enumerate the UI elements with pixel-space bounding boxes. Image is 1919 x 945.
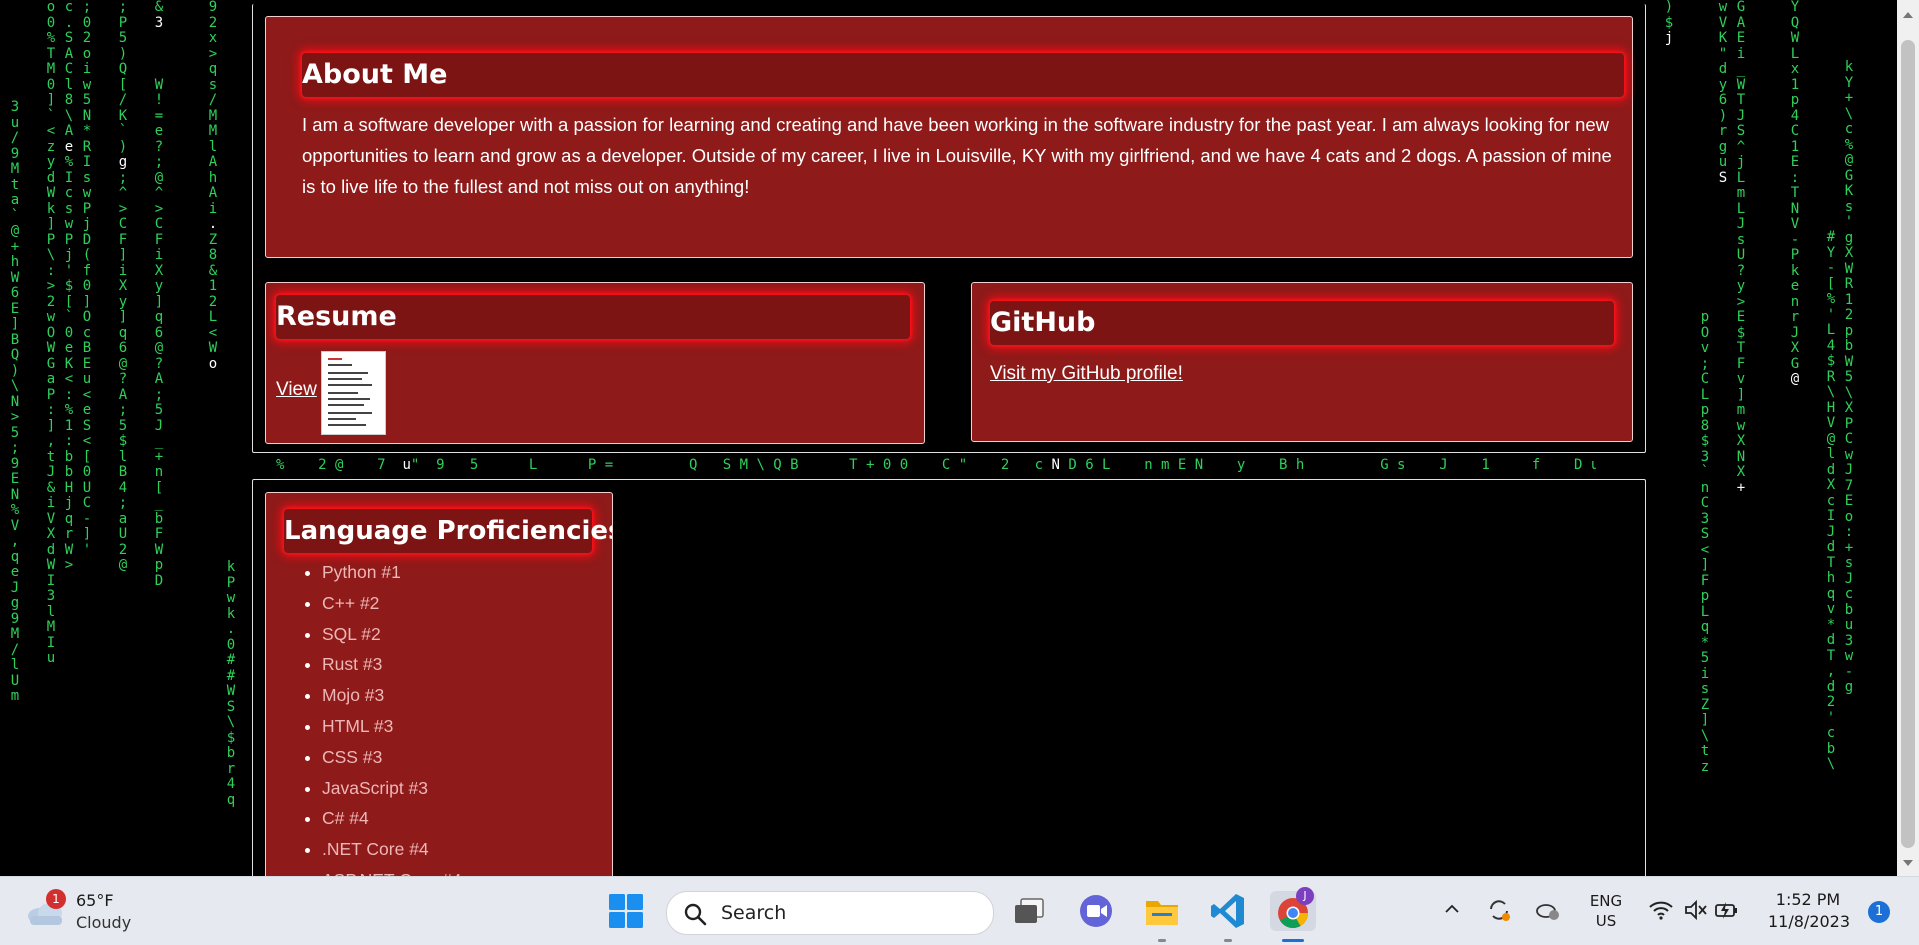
rain-column: Y Q W L x 1 p 4 C 1 E : T N V - P k e n …: [1790, 0, 1800, 387]
rain-column: ; 0 2 o i w 5 N * R I s w P j D ( f 0 ] …: [82, 0, 92, 558]
resume-view-link[interactable]: View: [276, 379, 317, 401]
vscode-icon: [1211, 894, 1244, 928]
bottom-section-frame: Language Proficiencies Python #1 C++ #2 …: [252, 479, 1646, 914]
file-explorer-button[interactable]: [1142, 891, 1182, 931]
rain-column: G A E i _ W T J S ^ j L m L J s U ? y > …: [1736, 0, 1746, 496]
page-scrollbar[interactable]: [1897, 0, 1919, 876]
github-title: GitHub: [990, 301, 1614, 345]
rain-column: p O v ; C L p 8 $ 3 ` n C 3 S < ] F p L …: [1700, 309, 1710, 775]
language-item: Python #1: [322, 557, 461, 588]
weather-temperature: 65°F: [76, 891, 114, 910]
folder-icon: [1146, 901, 1178, 925]
chrome-profile-avatar: J: [1296, 887, 1314, 905]
volume-muted-icon: [1685, 899, 1707, 921]
about-me-text: I am a software developer with a passion…: [302, 114, 1612, 197]
start-button[interactable]: [606, 891, 646, 931]
video-chat-icon: [1080, 895, 1112, 927]
language-list-container: Python #1 C++ #2 SQL #2 Rust #3 Mojo #3 …: [266, 557, 612, 913]
scroll-up-arrow-icon[interactable]: [1903, 12, 1913, 18]
show-hidden-icons-button[interactable]: [1444, 901, 1460, 917]
clock-date: 11/8/2023: [1768, 912, 1851, 931]
chat-app-button[interactable]: [1076, 891, 1116, 931]
github-panel: GitHub Visit my GitHub profile!: [971, 282, 1633, 442]
sync-icon: [1490, 900, 1510, 921]
search-icon: [684, 903, 707, 926]
resume-panel: Resume View: [265, 282, 925, 444]
resume-title-text: Resume: [276, 301, 397, 332]
scrollbar-thumb[interactable]: [1901, 40, 1915, 848]
language-item: CSS #3: [322, 742, 461, 773]
task-view-button[interactable]: [1010, 891, 1050, 931]
onedrive-tray-button[interactable]: [1534, 897, 1562, 923]
wifi-icon: [1649, 901, 1673, 920]
taskbar-search-box[interactable]: Search: [666, 891, 994, 935]
language-code: ENG: [1589, 892, 1623, 910]
vscode-button[interactable]: [1208, 891, 1248, 931]
task-view-icon: [1015, 898, 1044, 923]
windows-logo-icon: [609, 894, 643, 928]
rain-strip: % 2 @ 7 u" 9 5 L P = Q S M \ Q B T + 0 0…: [276, 457, 1596, 473]
github-title-text: GitHub: [990, 307, 1096, 338]
rain-column: ) $ j: [1664, 0, 1674, 46]
language-item: JavaScript #3: [322, 773, 461, 804]
language-proficiencies-title-text: Language Proficiencies: [284, 516, 613, 546]
rain-column: 3 u / 9 M t a ` @ + h W 6 E ] B Q ) \ N …: [10, 99, 20, 704]
language-item: C++ #2: [322, 588, 461, 619]
language-item: C# #4: [322, 803, 461, 834]
language-item: Rust #3: [322, 649, 461, 680]
rain-column: ; P 5 ) Q [ / K ` ) g ; ^ > C F ] i X y …: [118, 0, 128, 573]
top-section-frame: About Me I am a software developer with …: [252, 4, 1646, 453]
weather-condition: Cloudy: [76, 913, 132, 932]
region-code: US: [1595, 912, 1617, 930]
about-me-title-text: About Me: [302, 59, 448, 90]
sync-tray-button[interactable]: [1486, 897, 1512, 923]
rain-column: 9 2 x > q s / M M l A h A i . Z 8 & 1 2 …: [208, 0, 218, 372]
rain-column: o 0 % T M 0 ] ` < z y d W k ] P \ : > 2 …: [46, 0, 56, 666]
weather-alert-badge: 1: [46, 889, 66, 909]
about-me-title: About Me: [302, 53, 1624, 97]
chrome-button[interactable]: J: [1270, 887, 1316, 931]
weather-widget[interactable]: 1 65°F Cloudy: [0, 877, 170, 945]
running-indicator: [1158, 939, 1166, 942]
battery-charging-icon: [1715, 902, 1737, 919]
notification-badge[interactable]: 1: [1868, 901, 1890, 923]
rain-column: k P w k . 0 # # W S \ $ b r 4 q: [226, 559, 236, 808]
rain-column: w V K " d y 6 ) r g u S: [1718, 0, 1728, 186]
clock[interactable]: 1:52 PM 11/8/2023: [1768, 889, 1851, 933]
rain-column: k Y + \ c % @ G K s ' g X W R 1 2 p b W …: [1844, 59, 1854, 695]
chevron-up-icon: [1445, 904, 1459, 913]
language-item: HTML #3: [322, 711, 461, 742]
rain-column: c . S A C l 8 \ A e % I c s w P j ' $ [ …: [64, 0, 74, 573]
language-item: .NET Core #4: [322, 834, 461, 865]
language-proficiencies-title: Language Proficiencies: [284, 509, 612, 553]
resume-thumbnail[interactable]: [321, 351, 386, 435]
language-item: SQL #2: [322, 619, 461, 650]
rain-column: & 3 W ! = e ? ; @ ^ > C F i X y ] q 6 @ …: [154, 0, 164, 589]
running-indicator: [1224, 939, 1232, 942]
active-indicator: [1282, 939, 1304, 942]
windows-taskbar: 1 65°F Cloudy Search J ENG US 1:52 PM 11…: [0, 876, 1919, 945]
language-item: Mojo #3: [322, 680, 461, 711]
language-list: Python #1 C++ #2 SQL #2 Rust #3 Mojo #3 …: [266, 557, 461, 896]
github-profile-link[interactable]: Visit my GitHub profile!: [990, 363, 1183, 385]
input-language-indicator[interactable]: ENG US: [1588, 891, 1624, 931]
cloud-sync-icon: [1536, 904, 1559, 920]
battery-tray-button[interactable]: [1714, 899, 1740, 921]
search-placeholder: Search: [721, 902, 787, 924]
language-proficiencies-panel: Language Proficiencies Python #1 C++ #2 …: [265, 492, 613, 914]
volume-tray-button[interactable]: [1684, 899, 1708, 921]
resume-title: Resume: [276, 295, 910, 339]
rain-column: # Y - [ % ' L 4 $ R \ H V @ l d X c I J …: [1826, 229, 1836, 772]
about-me-panel: About Me I am a software developer with …: [265, 16, 1633, 258]
clock-time: 1:52 PM: [1775, 890, 1841, 909]
wifi-tray-button[interactable]: [1648, 899, 1674, 921]
scroll-down-arrow-icon[interactable]: [1903, 860, 1913, 866]
